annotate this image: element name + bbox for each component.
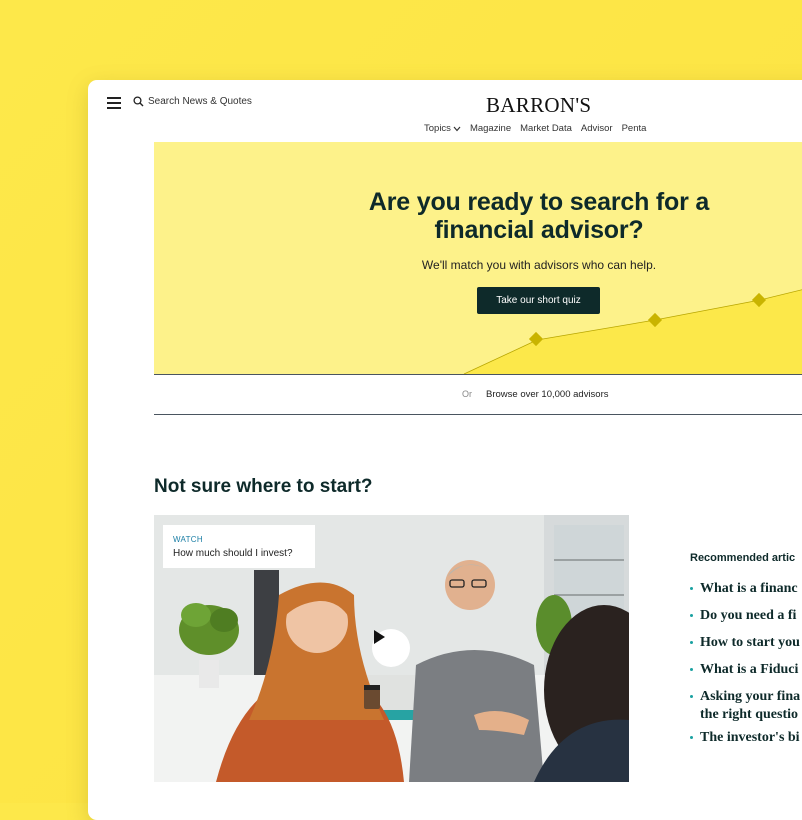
- hero-banner: Are you ready to search for a financial …: [154, 142, 802, 375]
- nav-advisor[interactable]: Advisor: [581, 123, 613, 134]
- search-trigger[interactable]: Search News & Quotes: [133, 96, 252, 107]
- nav-topics-label: Topics: [424, 123, 451, 134]
- nav-topics[interactable]: Topics: [424, 123, 461, 134]
- recommended-item[interactable]: How to start you: [690, 635, 802, 662]
- recommended-list: What is a financ Do you need a fi How to…: [690, 581, 802, 748]
- video-caption-card: WATCH How much should I invest?: [163, 525, 315, 568]
- nav-market-data[interactable]: Market Data: [520, 123, 572, 134]
- section-title: Not sure where to start?: [154, 476, 373, 497]
- take-quiz-button[interactable]: Take our short quiz: [477, 287, 600, 314]
- video-player[interactable]: WATCH How much should I invest?: [154, 515, 629, 782]
- nav-penta[interactable]: Penta: [622, 123, 647, 134]
- chevron-down-icon: [453, 126, 461, 131]
- top-nav: Topics Magazine Market Data Advisor Pent…: [424, 123, 646, 134]
- search-icon: [133, 96, 144, 107]
- recommended-heading: Recommended artic: [690, 552, 796, 564]
- hero-subtitle: We'll match you with advisors who can he…: [421, 258, 657, 272]
- recommended-item[interactable]: Asking your fina: [690, 689, 802, 707]
- video-title: How much should I invest?: [173, 548, 293, 559]
- nav-magazine[interactable]: Magazine: [470, 123, 511, 134]
- recommended-item[interactable]: The investor's bi: [690, 730, 802, 748]
- or-label: Or: [462, 389, 472, 399]
- play-icon: [374, 630, 385, 644]
- watch-label: WATCH: [173, 535, 203, 544]
- browser-window: Search News & Quotes BARRON'S Topics Mag…: [88, 80, 802, 820]
- browse-bar: Or Browse over 10,000 advisors: [154, 375, 802, 415]
- browse-advisors-link[interactable]: Browse over 10,000 advisors: [486, 389, 609, 400]
- hamburger-menu-icon[interactable]: [107, 97, 121, 109]
- barrons-logo[interactable]: BARRON'S: [486, 93, 591, 118]
- play-button[interactable]: [372, 629, 410, 667]
- recommended-item-continued[interactable]: the right questio: [690, 707, 802, 730]
- hero-title: Are you ready to search for a financial …: [368, 188, 710, 244]
- recommended-item[interactable]: What is a financ: [690, 581, 802, 608]
- recommended-item[interactable]: What is a Fiduci: [690, 662, 802, 689]
- search-label: Search News & Quotes: [148, 96, 252, 107]
- recommended-item[interactable]: Do you need a fi: [690, 608, 802, 635]
